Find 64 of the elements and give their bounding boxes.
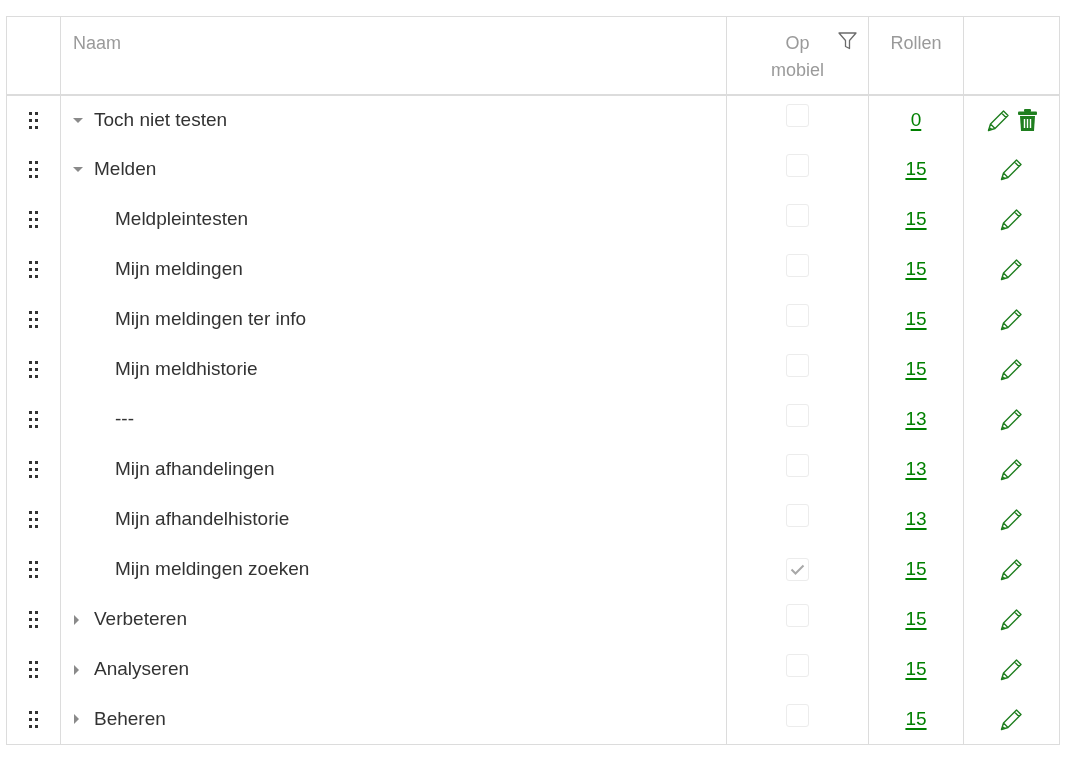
- drag-handle-icon[interactable]: [29, 211, 38, 228]
- pencil-icon[interactable]: [1000, 658, 1023, 681]
- filter-icon[interactable]: [838, 32, 857, 50]
- tree-item-label: Verbeteren: [94, 607, 187, 632]
- column-header: Op mobiel: [771, 32, 824, 82]
- tree-item-label: Analyseren: [94, 657, 190, 682]
- roles-count-link[interactable]: 15: [905, 708, 927, 729]
- tree-item-label: ---: [115, 407, 134, 432]
- drag-handle-icon[interactable]: [29, 611, 38, 628]
- tree-item-label: Mijn afhandelingen: [115, 457, 275, 482]
- roles-count-link[interactable]: 0: [910, 108, 922, 130]
- roles-count-link[interactable]: 15: [905, 358, 927, 380]
- column-header: Naam: [73, 33, 121, 53]
- drag-handle-icon[interactable]: [29, 261, 38, 278]
- checkbox[interactable]: [786, 558, 809, 582]
- tree-item-label: Meldpleintesten: [115, 207, 249, 232]
- tree-item-label: Mijn afhandelhistorie: [115, 507, 290, 532]
- roles-count-link[interactable]: 15: [905, 258, 927, 280]
- caret-right-icon[interactable]: [74, 664, 79, 675]
- column-header: Rollen: [890, 32, 942, 55]
- trash-icon[interactable]: [1017, 109, 1037, 131]
- roles-count-link[interactable]: 15: [905, 558, 927, 580]
- drag-handle-icon[interactable]: [29, 511, 38, 528]
- drag-handle-icon[interactable]: [29, 311, 38, 328]
- pencil-icon[interactable]: [1000, 458, 1023, 481]
- drag-handle-icon[interactable]: [29, 561, 38, 578]
- drag-handle-icon[interactable]: [29, 361, 38, 378]
- pencil-icon[interactable]: [986, 108, 1010, 132]
- caret-right-icon[interactable]: [74, 614, 79, 625]
- tree-item-label: Mijn meldingen: [115, 257, 243, 282]
- caret-right-icon[interactable]: [74, 714, 79, 725]
- caret-down-icon[interactable]: [73, 117, 83, 123]
- roles-count-link[interactable]: 13: [905, 508, 927, 530]
- pencil-icon[interactable]: [1000, 358, 1023, 381]
- tree-item-label: Melden: [94, 157, 157, 182]
- checkmark-icon: [790, 564, 805, 576]
- pencil-icon[interactable]: [1000, 508, 1023, 531]
- pencil-icon[interactable]: [1000, 258, 1023, 281]
- roles-count-link[interactable]: 13: [905, 458, 927, 480]
- pencil-icon[interactable]: [1000, 408, 1023, 431]
- tree-item-label: Beheren: [94, 707, 166, 731]
- drag-handle-icon[interactable]: [29, 411, 38, 428]
- roles-count-link[interactable]: 15: [905, 608, 927, 630]
- pencil-icon[interactable]: [1000, 558, 1023, 581]
- tree-item-label: Mijn meldingen zoeken: [115, 557, 310, 582]
- roles-count-link[interactable]: 15: [905, 158, 927, 180]
- drag-handle-icon[interactable]: [29, 161, 38, 178]
- drag-handle-icon[interactable]: [29, 111, 38, 129]
- tree-item-label: Toch niet testen: [94, 107, 228, 132]
- roles-count-link[interactable]: 15: [905, 208, 927, 230]
- pencil-icon[interactable]: [1000, 158, 1023, 181]
- drag-handle-icon[interactable]: [29, 661, 38, 678]
- tree-item-label: Mijn meldhistorie: [115, 357, 258, 382]
- drag-handle-icon[interactable]: [29, 461, 38, 478]
- pencil-icon[interactable]: [1000, 707, 1023, 731]
- roles-count-link[interactable]: 15: [905, 658, 927, 680]
- caret-down-icon[interactable]: [73, 167, 83, 172]
- drag-handle-icon[interactable]: [29, 710, 38, 728]
- pencil-icon[interactable]: [1000, 608, 1023, 631]
- pencil-icon[interactable]: [1000, 308, 1023, 331]
- roles-count-link[interactable]: 13: [905, 408, 927, 430]
- pencil-icon[interactable]: [1000, 208, 1023, 231]
- tree-item-label: Mijn meldingen ter info: [115, 307, 307, 332]
- roles-count-link[interactable]: 15: [905, 308, 927, 330]
